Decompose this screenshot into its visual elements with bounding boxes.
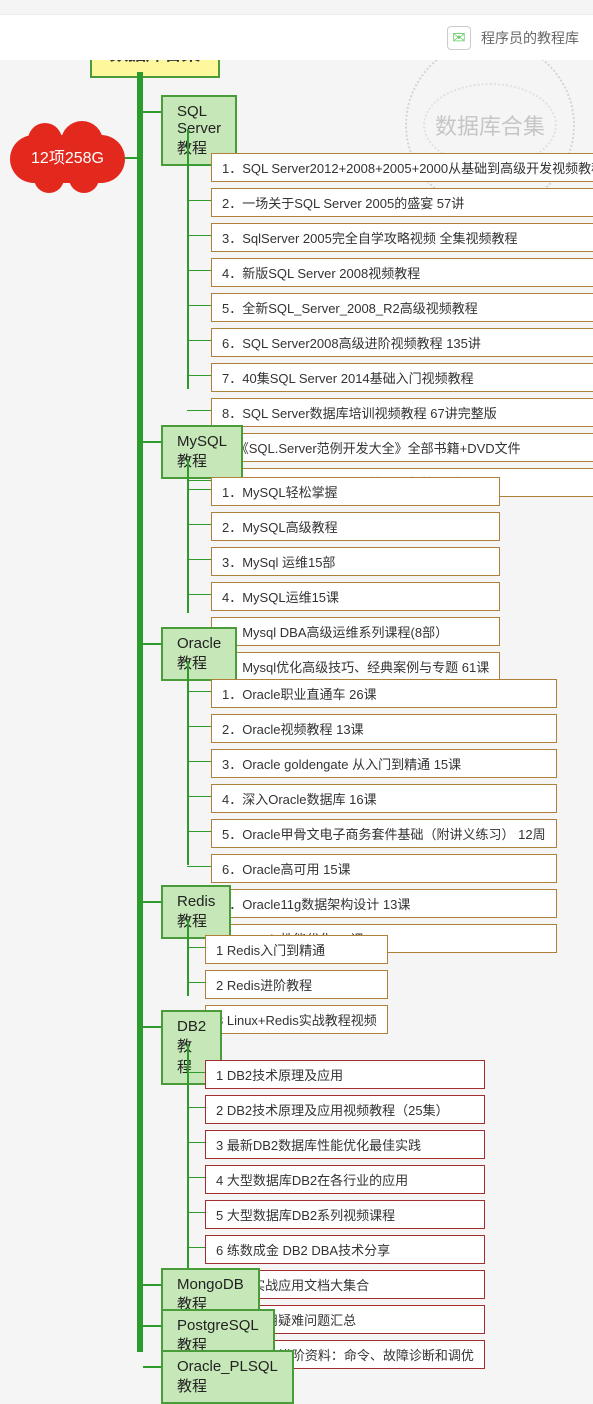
connector — [143, 1026, 161, 1028]
leaf-group: 1．SQL Server2012+2008+2005+2000从基础到高级开发视… — [211, 153, 593, 503]
leaf-connector — [187, 305, 211, 306]
leaf-item: 1 Redis入门到精通 — [205, 935, 388, 964]
leaf-connector — [187, 1247, 205, 1248]
leaf-item: 6．SQL Server2008高级进阶视频教程 135讲 — [211, 328, 593, 357]
leaf-item: 6．Oracle高可用 15课 — [211, 854, 557, 883]
leaf-item: 5．Mysql DBA高级运维系列课程(8部） — [211, 617, 500, 646]
leaf-item: 3．SqlServer 2005完全自学攻略视频 全集视频教程 — [211, 223, 593, 252]
leaf-item: 1 DB2技术原理及应用 — [205, 1060, 485, 1089]
leaf-connector — [187, 831, 211, 832]
sub-connector — [187, 129, 189, 389]
leaf-group: 1 Redis入门到精通 2 Redis进阶教程 3 Linux+Redis实战教程… — [205, 935, 388, 1040]
connector — [143, 1325, 161, 1327]
leaf-connector — [187, 1212, 205, 1213]
leaf-item: 2．MySQL高级教程 — [211, 512, 500, 541]
sub-connector — [187, 919, 189, 996]
leaf-item: 4．深入Oracle数据库 16课 — [211, 784, 557, 813]
leaf-connector — [187, 524, 211, 525]
leaf-connector — [187, 796, 211, 797]
leaf-item: 8．SQL Server数据库培训视频教程 67讲完整版 — [211, 398, 593, 427]
tree-trunk — [137, 72, 143, 1352]
leaf-item: 7．40集SQL Server 2014基础入门视频教程 — [211, 363, 593, 392]
connector — [143, 1284, 161, 1286]
leaf-connector — [187, 375, 211, 376]
leaf-item: 7．Oracle11g数据架构设计 13课 — [211, 889, 557, 918]
cloud-label: 12项258G — [31, 150, 104, 167]
leaf-connector — [187, 270, 211, 271]
connector — [143, 643, 161, 645]
leaf-connector — [187, 165, 211, 166]
wechat-icon: ✉ — [447, 26, 471, 50]
leaf-item: 6．Mysql优化高级技巧、经典案例与专题 61课 — [211, 652, 500, 681]
sub-connector — [187, 459, 189, 613]
leaf-item: 2．一场关于SQL Server 2005的盛宴 57讲 — [211, 188, 593, 217]
leaf-item: 9．《SQL.Server范例开发大全》全部书籍+DVD文件 — [211, 433, 593, 462]
leaf-connector — [187, 947, 205, 948]
leaf-group: 1．MySQL轻松掌握 2．MySQL高级教程 3．MySql 运维15部 4．MyS… — [211, 477, 500, 687]
leaf-item: 3．Oracle goldengate 从入门到精通 15课 — [211, 749, 557, 778]
leaf-connector — [187, 200, 211, 201]
leaf-connector — [187, 726, 211, 727]
leaf-connector — [187, 1142, 205, 1143]
leaf-item: 5．全新SQL_Server_2008_R2高级视频教程 — [211, 293, 593, 322]
leaf-item: 4 大型数据库DB2在各行业的应用 — [205, 1165, 485, 1194]
leaf-connector — [187, 410, 211, 411]
leaf-connector — [187, 866, 211, 867]
leaf-connector — [187, 1177, 205, 1178]
leaf-item: 5．Oracle甲骨文电子商务套件基础（附讲义练习） 12周 — [211, 819, 557, 848]
leaf-connector — [187, 1072, 205, 1073]
sub-connector — [187, 1044, 189, 1271]
leaf-item: 6 练数成金 DB2 DBA技术分享 — [205, 1235, 485, 1264]
leaf-item: 4．MySQL运维15课 — [211, 582, 500, 611]
section-node: Oracle教程 — [161, 627, 237, 681]
leaf-connector — [187, 1107, 205, 1108]
leaf-connector — [187, 480, 211, 481]
cloud-connector — [125, 157, 139, 159]
footer-text: 程序员的教程库 — [481, 28, 579, 48]
connector — [143, 901, 161, 903]
leaf-connector — [187, 340, 211, 341]
leaf-connector — [187, 559, 211, 560]
leaf-item: 2 DB2技术原理及应用视频教程（25集） — [205, 1095, 485, 1124]
section-node: MySQL教程 — [161, 425, 243, 479]
leaf-item: 3．MySql 运维15部 — [211, 547, 500, 576]
connector — [143, 441, 161, 443]
leaf-connector — [187, 594, 211, 595]
leaf-item: 2 Redis进阶教程 — [205, 970, 388, 999]
leaf-item: 1．SQL Server2012+2008+2005+2000从基础到高级开发视… — [211, 153, 593, 182]
leaf-item: 3 Linux+Redis实战教程视频 — [205, 1005, 388, 1034]
leaf-item: 3 最新DB2数据库性能优化最佳实践 — [205, 1130, 485, 1159]
cloud-badge: 12项258G — [10, 135, 125, 183]
leaf-item: 1．MySQL轻松掌握 — [211, 477, 500, 506]
footer-bar: ✉ 程序员的教程库 — [0, 14, 593, 60]
leaf-item: 2．Oracle视频教程 13课 — [211, 714, 557, 743]
leaf-item: 1．Oracle职业直通车 26课 — [211, 679, 557, 708]
leaf-item: 5 大型数据库DB2系列视频课程 — [205, 1200, 485, 1229]
leaf-group: 1．Oracle职业直通车 26课 2．Oracle视频教程 13课 3．Oracl… — [211, 679, 557, 959]
leaf-connector — [187, 489, 211, 490]
leaf-connector — [187, 761, 211, 762]
leaf-connector — [187, 235, 211, 236]
connector — [143, 111, 161, 113]
leaf-connector — [187, 691, 211, 692]
leaf-item: 4．新版SQL Server 2008视频教程 — [211, 258, 593, 287]
section-node: Oracle_PLSQL教程 — [161, 1350, 294, 1404]
leaf-connector — [187, 982, 205, 983]
connector — [143, 1366, 161, 1368]
section-node: Redis教程 — [161, 885, 231, 939]
